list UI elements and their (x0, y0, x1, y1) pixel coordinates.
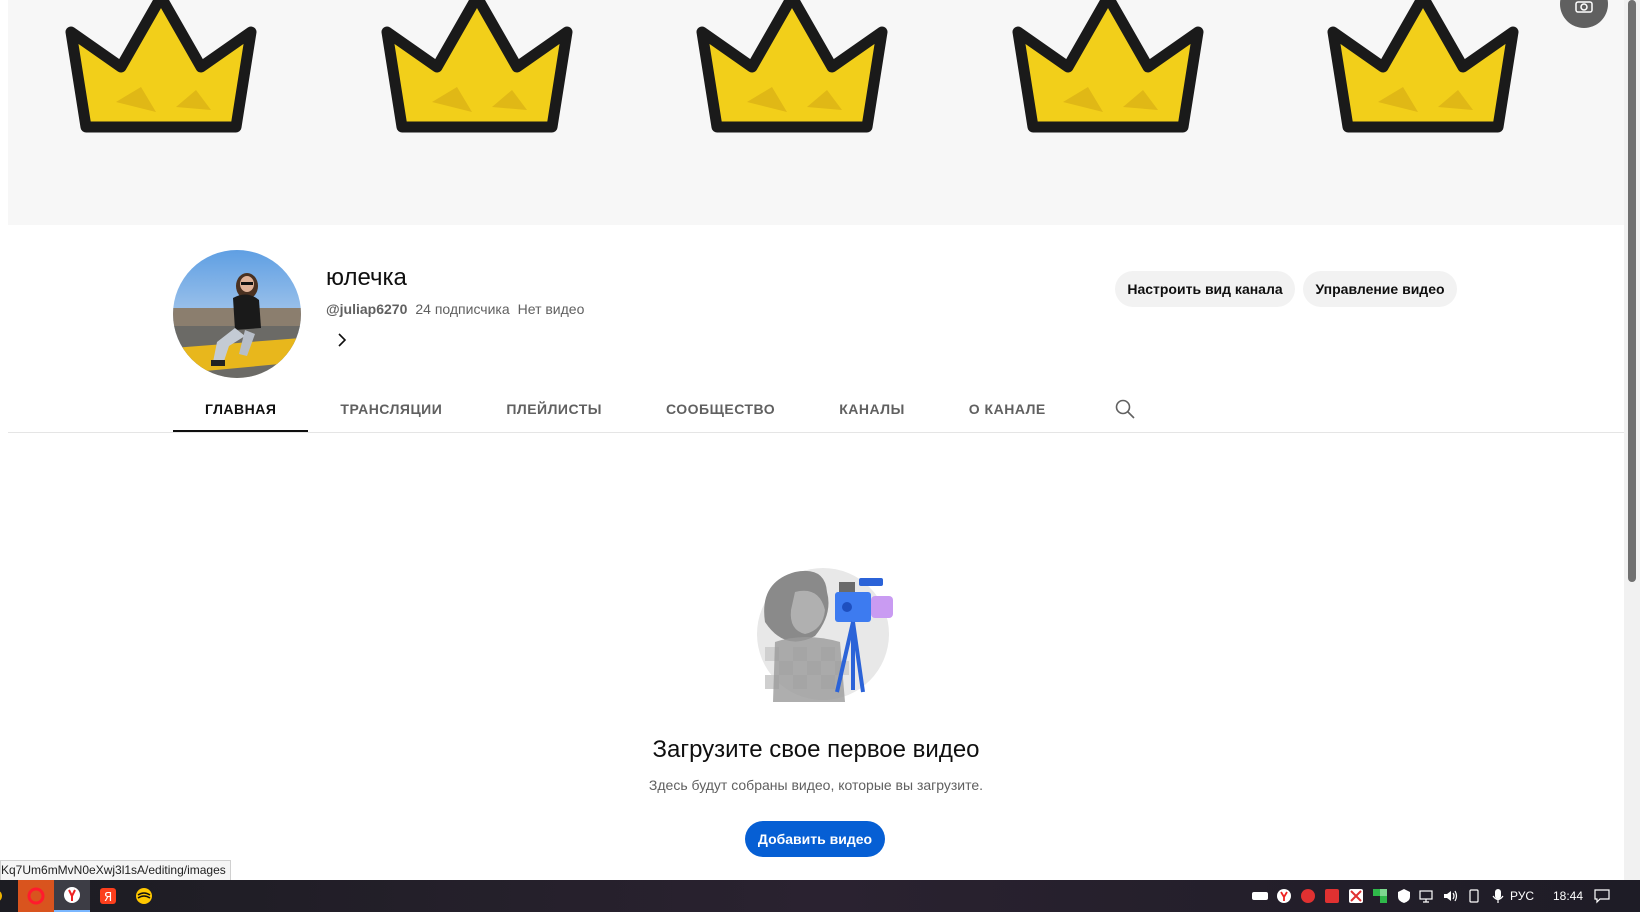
taskbar-app-beeline[interactable] (126, 880, 162, 912)
svg-text:Я: Я (104, 890, 112, 904)
tab-home[interactable]: ГЛАВНАЯ (173, 385, 309, 433)
app-tray-icon[interactable] (1252, 888, 1268, 904)
input-language[interactable]: РУС (1510, 880, 1534, 912)
crown-icon (1327, 0, 1519, 133)
app-tray-icon[interactable] (1348, 888, 1364, 904)
tab-live[interactable]: ТРАНСЛЯЦИИ (308, 385, 474, 433)
tab-channels[interactable]: КАНАЛЫ (807, 385, 937, 433)
search-icon[interactable] (1113, 397, 1137, 421)
taskbar-app-yandex[interactable]: Я (90, 880, 126, 912)
channel-banner (8, 0, 1624, 225)
crown-icon (1012, 0, 1204, 133)
taskbar-app-partial[interactable] (0, 880, 8, 912)
add-video-button[interactable]: Добавить видео (745, 821, 885, 857)
app-tray-icon[interactable] (1300, 888, 1316, 904)
avatar-photo (173, 250, 301, 378)
tabs-divider (8, 432, 1624, 433)
tab-community[interactable]: СООБЩЕСТВО (634, 385, 807, 433)
channel-tabs: ГЛАВНАЯ ТРАНСЛЯЦИИ ПЛЕЙЛИСТЫ СООБЩЕСТВО … (173, 385, 1137, 433)
channel-name: юлечка (326, 264, 407, 291)
video-count: Нет видео (517, 301, 585, 317)
status-bar-url: Kq7Um6mMvN0eXwj3l1sA/editing/images (0, 860, 231, 881)
crown-icon (381, 0, 573, 133)
usb-device-icon[interactable] (1466, 888, 1482, 904)
crown-icon (65, 0, 257, 133)
app-icon (0, 891, 2, 901)
subscriber-count: 24 подписчика (415, 301, 510, 317)
empty-state-subtitle: Здесь будут собраны видео, которые вы за… (648, 777, 984, 793)
yandex-browser-icon (64, 887, 80, 903)
channel-meta: @juliap6270 24 подписчика Нет видео (326, 301, 584, 317)
network-icon[interactable] (1418, 888, 1434, 904)
app-tray-icon[interactable] (1324, 888, 1340, 904)
crown-icon (696, 0, 888, 133)
windows-taskbar: Я РУС 18:44 (0, 880, 1640, 912)
channel-handle: @juliap6270 (326, 301, 408, 317)
camera-operator-illustration (757, 568, 893, 702)
chevron-right-icon[interactable] (334, 332, 350, 348)
yandex-tray-icon[interactable] (1276, 888, 1292, 904)
shield-icon[interactable] (1396, 888, 1412, 904)
volume-icon[interactable] (1442, 888, 1458, 904)
notifications-icon[interactable] (1594, 888, 1610, 904)
opera-icon (27, 887, 45, 905)
beeline-icon (136, 888, 152, 904)
manage-videos-button[interactable]: Управление видео (1303, 271, 1457, 307)
clock-time[interactable]: 18:44 (1553, 880, 1583, 912)
empty-state-title: Загрузите свое первое видео (652, 736, 980, 763)
yandex-icon: Я (100, 888, 116, 904)
tab-about[interactable]: О КАНАЛЕ (937, 385, 1078, 433)
taskbar-app-opera[interactable] (18, 880, 54, 912)
taskbar-app-yandex-browser[interactable] (54, 880, 90, 912)
scrollbar-thumb[interactable] (1628, 0, 1636, 582)
camera-icon (1575, 1, 1593, 13)
microphone-icon[interactable] (1490, 888, 1506, 904)
tab-playlists[interactable]: ПЛЕЙЛИСТЫ (474, 385, 634, 433)
channel-avatar[interactable] (173, 250, 301, 378)
app-tray-icon[interactable] (1372, 888, 1388, 904)
customize-channel-button[interactable]: Настроить вид канала (1115, 271, 1295, 307)
